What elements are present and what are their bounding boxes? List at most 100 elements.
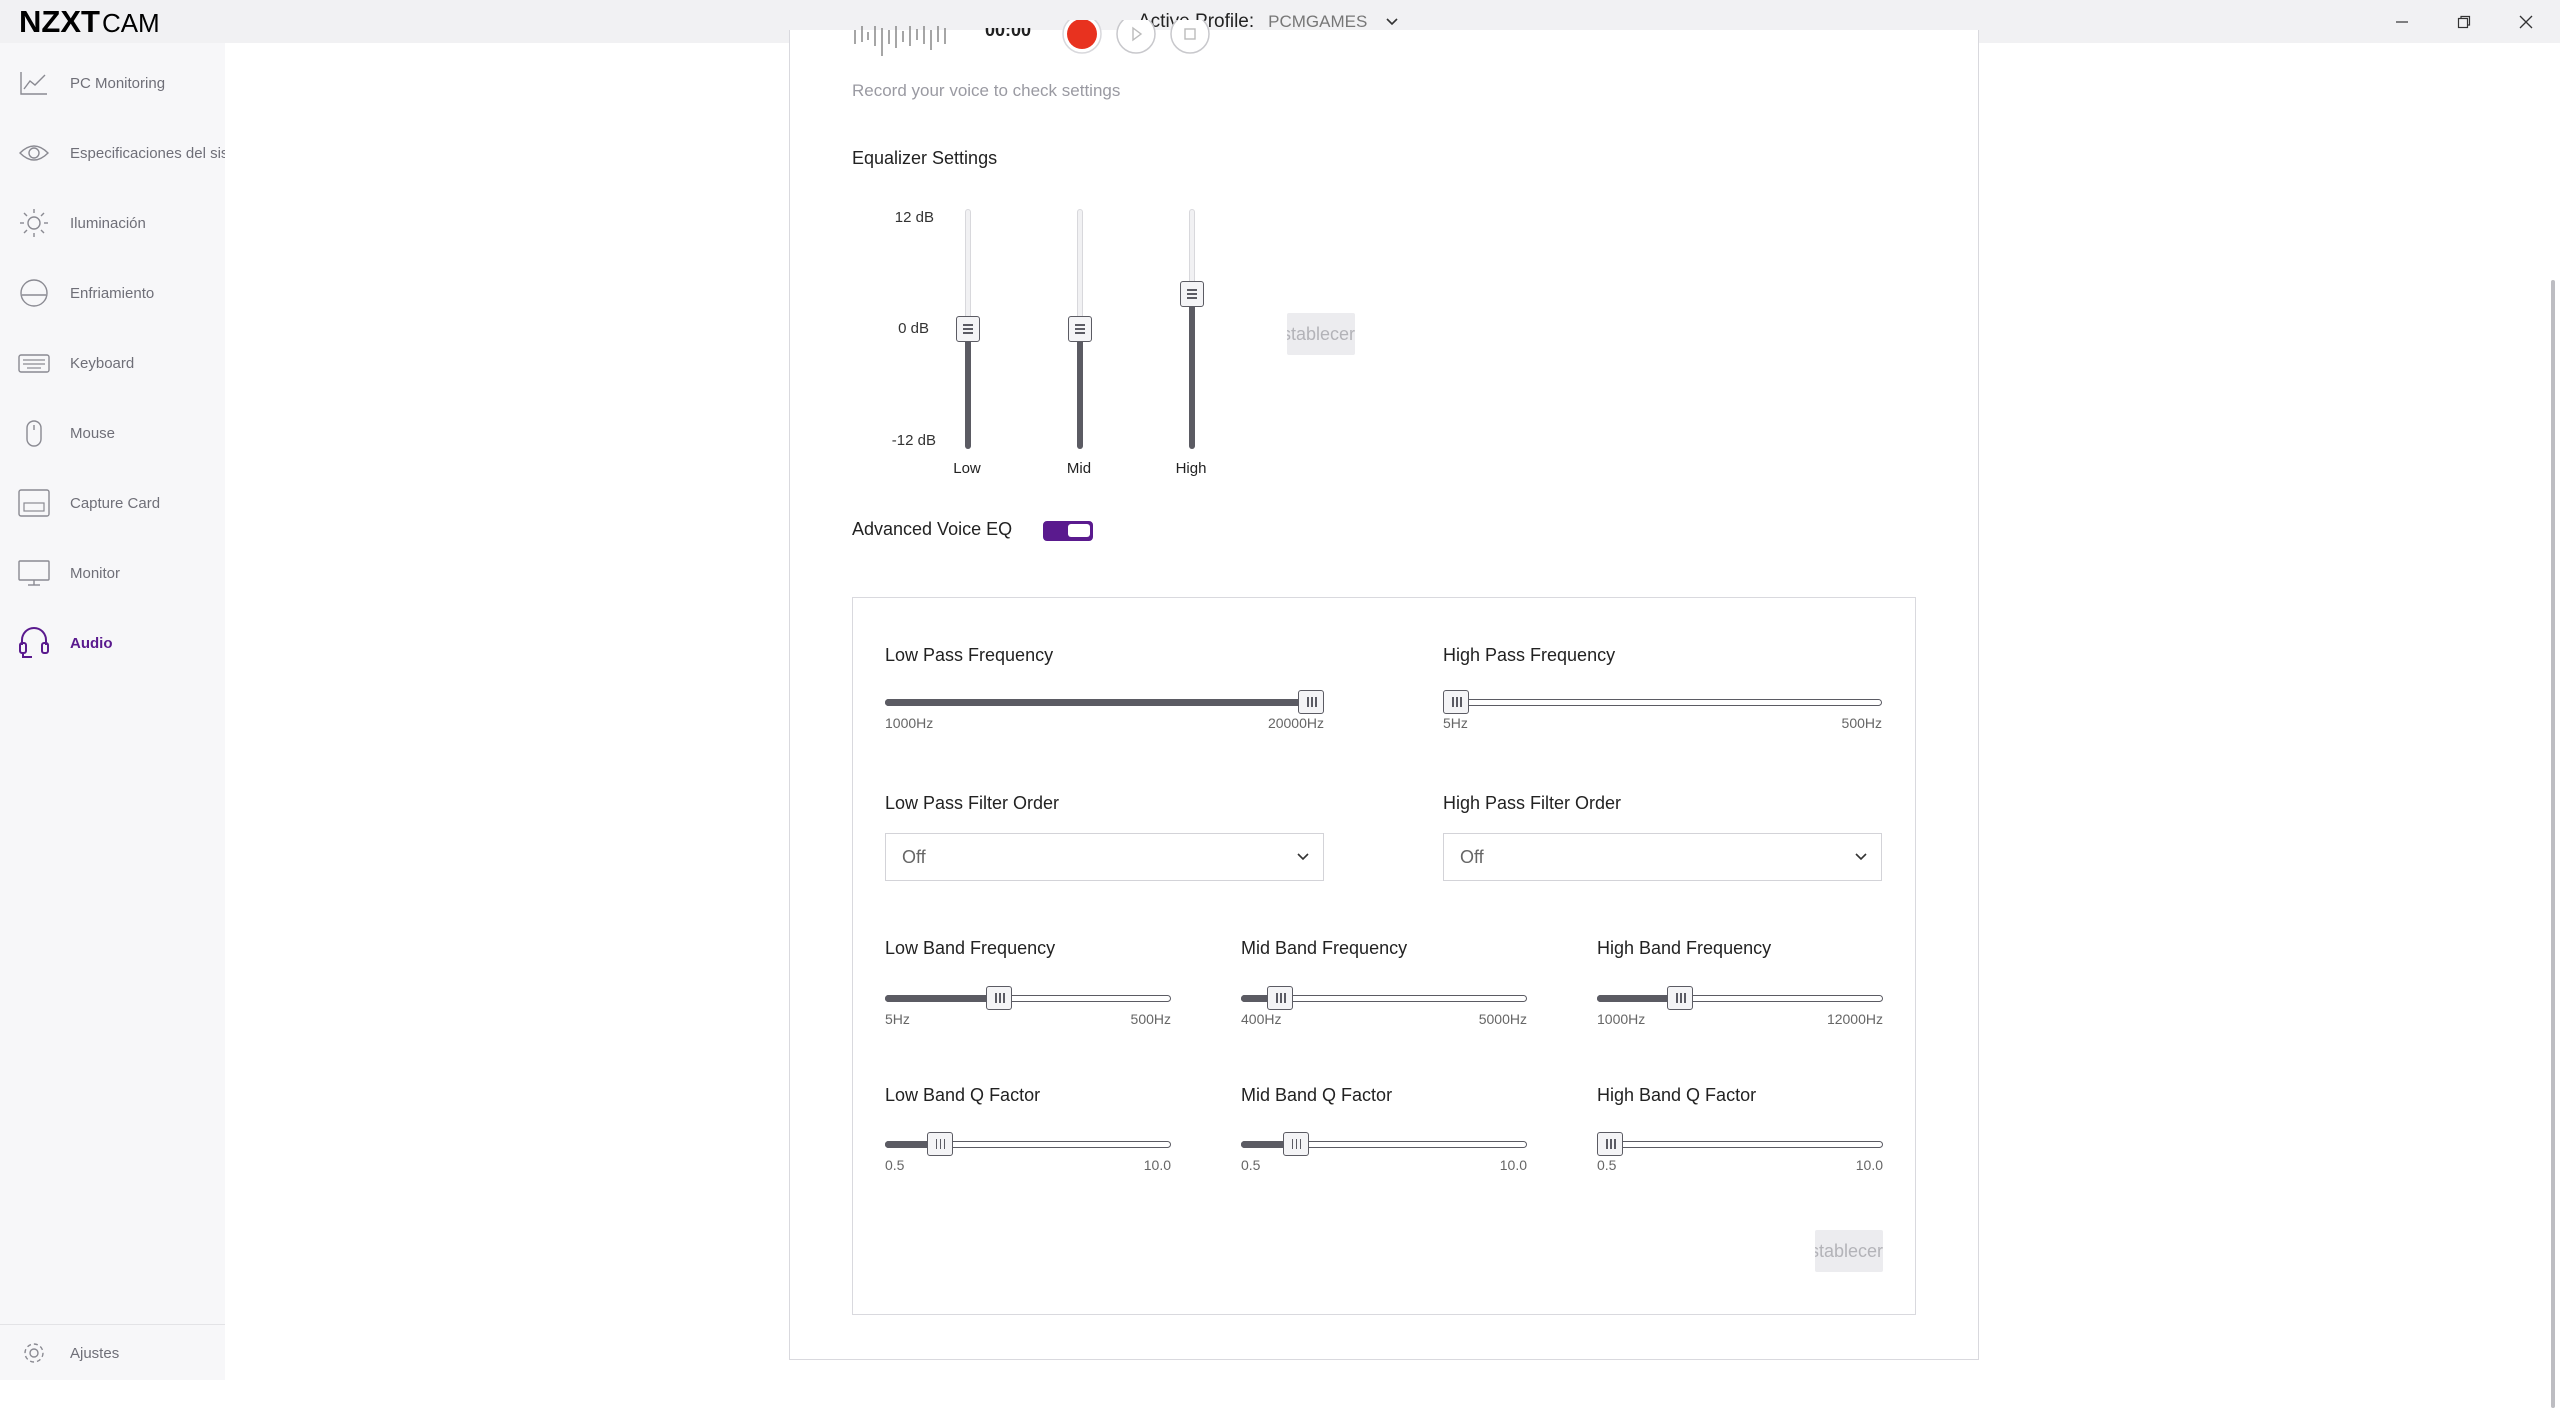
low-band-frequency-title: Low Band Frequency — [885, 938, 1056, 958]
logo-sub: CAM — [101, 8, 160, 38]
sidebar-item-label: Iluminación — [70, 214, 146, 232]
capture-card-icon — [18, 487, 50, 519]
play-button[interactable] — [1114, 20, 1158, 58]
high-pass-frequency-title: High Pass Frequency — [1443, 645, 1616, 665]
close-button[interactable] — [2495, 0, 2557, 43]
eq-slider-fill — [965, 329, 971, 449]
mid-band-frequency-title: Mid Band Frequency — [1241, 938, 1408, 958]
eq-reset-button[interactable]: Restablecer — [1287, 313, 1355, 355]
low-pass-filter-order-title: Low Pass Filter Order — [885, 793, 1060, 813]
db-mid-label: 0 dB — [898, 320, 929, 337]
slider-min-label: 1000Hz — [1597, 1011, 1646, 1027]
cooling-icon — [18, 277, 50, 309]
sidebar-item-audio[interactable]: Audio — [0, 618, 225, 668]
stop-button[interactable] — [1168, 20, 1212, 58]
eq-slider-mid[interactable] — [1049, 209, 1109, 449]
sidebar-item-label: Ajustes — [70, 1344, 120, 1362]
sidebar-item-cooling[interactable]: Enfriamiento — [0, 268, 225, 318]
active-profile-value: PCMGAMES — [1268, 11, 1368, 31]
db-min-label: -12 dB — [891, 432, 936, 449]
mid-band-q-slider[interactable] — [1241, 1131, 1527, 1159]
sidebar: PC Monitoring Especificaciones del siste… — [0, 43, 225, 1380]
sidebar-item-lighting[interactable]: Iluminación — [0, 198, 225, 248]
gear-icon — [18, 1337, 50, 1369]
slider-thumb[interactable] — [1282, 1132, 1309, 1156]
nzxt-cam-logo: NZXT CAM — [19, 4, 160, 40]
eye-icon — [18, 137, 50, 169]
slider-fill — [885, 995, 1000, 1002]
slider-thumb[interactable] — [986, 986, 1013, 1010]
slider-max-label: 5000Hz — [1478, 1011, 1527, 1027]
mid-band-frequency-slider[interactable] — [1241, 985, 1527, 1013]
sidebar-item-settings[interactable]: Ajustes — [0, 1328, 225, 1378]
sidebar-item-system-specs[interactable]: Especificaciones del sistema — [0, 128, 225, 178]
sidebar-item-pc-monitoring[interactable]: PC Monitoring — [0, 58, 225, 108]
advanced-reset-button[interactable]: Restablecer — [1815, 1230, 1883, 1272]
sidebar-item-label: Audio — [70, 634, 113, 652]
play-icon — [1116, 20, 1156, 54]
slider-max-label: 10.0 — [1499, 1157, 1527, 1173]
eq-slider-low[interactable] — [937, 209, 997, 449]
slider-track — [1597, 1141, 1883, 1148]
eq-band-label: Mid — [1066, 460, 1092, 477]
high-pass-frequency-slider[interactable] — [1443, 689, 1882, 717]
sidebar-item-label: Capture Card — [70, 494, 161, 512]
low-pass-filter-order-select[interactable]: Off — [885, 833, 1324, 881]
eq-slider-thumb[interactable] — [956, 316, 980, 342]
scrollbar[interactable] — [2547, 43, 2560, 1408]
close-icon — [2519, 15, 2533, 28]
slider-fill — [885, 699, 1311, 706]
mouse-icon — [18, 417, 50, 449]
eq-slider-fill — [1189, 294, 1195, 449]
slider-thumb[interactable] — [1667, 986, 1694, 1010]
slider-thumb[interactable] — [1298, 690, 1324, 714]
eq-slider-fill — [1077, 329, 1083, 449]
advanced-voice-eq-toggle[interactable] — [1043, 521, 1093, 541]
equalizer-title: Equalizer Settings — [852, 148, 998, 168]
waveform-icon — [854, 26, 946, 56]
slider-min-label: 0.5 — [1241, 1157, 1261, 1173]
restore-button[interactable] — [2433, 0, 2495, 43]
eq-slider-thumb[interactable] — [1068, 316, 1092, 342]
high-pass-filter-order-select[interactable]: Off — [1443, 833, 1882, 881]
sidebar-item-keyboard[interactable]: Keyboard — [0, 338, 225, 388]
sidebar-item-label: Especificaciones del sistema — [70, 144, 225, 162]
slider-thumb[interactable] — [926, 1132, 953, 1156]
sidebar-item-mouse[interactable]: Mouse — [0, 408, 225, 458]
eq-slider-high[interactable] — [1161, 209, 1221, 449]
slider-thumb[interactable] — [1597, 1132, 1623, 1156]
high-pass-filter-order-value: Off — [1460, 846, 1484, 867]
high-band-q-slider[interactable] — [1597, 1131, 1883, 1159]
eq-reset-label: Restablecer — [1287, 323, 1355, 344]
monitor-icon — [18, 557, 50, 589]
sun-icon — [18, 207, 50, 239]
minimize-button[interactable] — [2371, 0, 2433, 43]
low-pass-frequency-slider[interactable] — [885, 689, 1324, 717]
slider-min-label: 5Hz — [885, 1011, 910, 1027]
chevron-down-icon — [1297, 853, 1309, 861]
record-hint: Record your voice to check settings — [852, 81, 1121, 100]
low-band-q-factor-title: Low Band Q Factor — [885, 1085, 1041, 1105]
db-max-label: 12 dB — [894, 209, 934, 226]
record-button[interactable] — [1060, 20, 1104, 58]
headset-icon — [18, 627, 50, 659]
scrollbar-thumb[interactable] — [2551, 280, 2555, 1408]
high-band-frequency-slider[interactable] — [1597, 985, 1883, 1013]
slider-track — [1443, 699, 1882, 706]
advanced-reset-label: Restablecer — [1815, 1240, 1883, 1261]
record-icon — [1062, 20, 1102, 54]
slider-min-label: 5Hz — [1443, 715, 1468, 731]
sidebar-item-label: Monitor — [70, 564, 121, 582]
eq-band-label: High — [1175, 460, 1207, 477]
recording-timer: 00:00 — [985, 28, 1032, 40]
low-band-frequency-slider[interactable] — [885, 985, 1171, 1013]
advanced-voice-eq-label: Advanced Voice EQ — [852, 519, 1013, 539]
low-band-q-slider[interactable] — [885, 1131, 1171, 1159]
sidebar-item-label: Enfriamiento — [70, 284, 155, 302]
slider-thumb[interactable] — [1267, 986, 1293, 1010]
eq-slider-thumb[interactable] — [1180, 281, 1204, 307]
slider-thumb[interactable] — [1443, 690, 1469, 714]
sidebar-item-monitor[interactable]: Monitor — [0, 548, 225, 598]
sidebar-item-capture-card[interactable]: Capture Card — [0, 478, 225, 528]
low-pass-frequency-title: Low Pass Frequency — [885, 645, 1054, 665]
